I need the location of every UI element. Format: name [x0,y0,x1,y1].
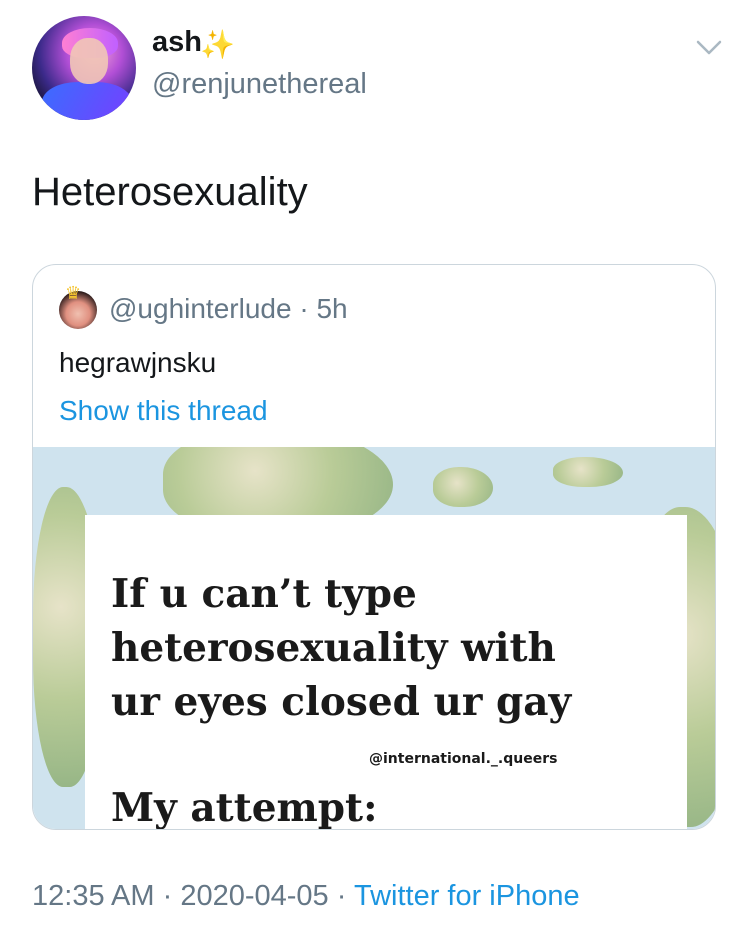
tweet-date: 2020-04-05 [180,880,329,912]
quoted-tweet-image[interactable]: If u can’t type heterosexuality with ur … [33,447,715,830]
show-thread-link[interactable]: Show this thread [59,395,268,427]
meme-line-4: My attempt: [111,785,378,830]
quoted-author-handle[interactable]: @ughinterlude [109,293,292,324]
meme-line-2: heterosexuality with [111,625,556,671]
author-handle[interactable]: @renjunethereal [152,68,367,101]
quoted-tweet-card[interactable]: ♛ @ughinterlude · 5h hegrawjnsku Show th… [32,264,716,830]
sparkles-emoji: ✨ [200,29,235,60]
tweet-meta: 12:35 AM · 2020-04-05 · Twitter for iPho… [32,880,580,913]
meme-credit: @international._.queers [369,751,558,767]
meta-separator: · [162,880,173,912]
meta-separator: · [336,880,347,912]
map-landmass [553,457,623,487]
crown-icon: ♛ [65,283,82,303]
quoted-tweet-text: hegrawjnsku [59,347,217,378]
meme-line-1: If u can’t type [111,571,417,617]
tweet-text: Heterosexuality [32,170,308,214]
map-landmass [433,467,493,507]
author-avatar[interactable] [32,16,136,120]
chevron-down-icon[interactable] [692,30,726,64]
meta-separator: · [299,293,309,324]
tweet-time: 12:35 AM [32,880,155,912]
quoted-tweet-age: 5h [316,293,348,324]
quoted-author-meta[interactable]: @ughinterlude · 5h [109,293,348,325]
meme-line-3: ur eyes closed ur gay [111,679,572,725]
meme-text-card: If u can’t type heterosexuality with ur … [85,515,687,830]
tweet-source-link[interactable]: Twitter for iPhone [354,880,580,912]
author-display-name[interactable]: ash [152,26,202,59]
